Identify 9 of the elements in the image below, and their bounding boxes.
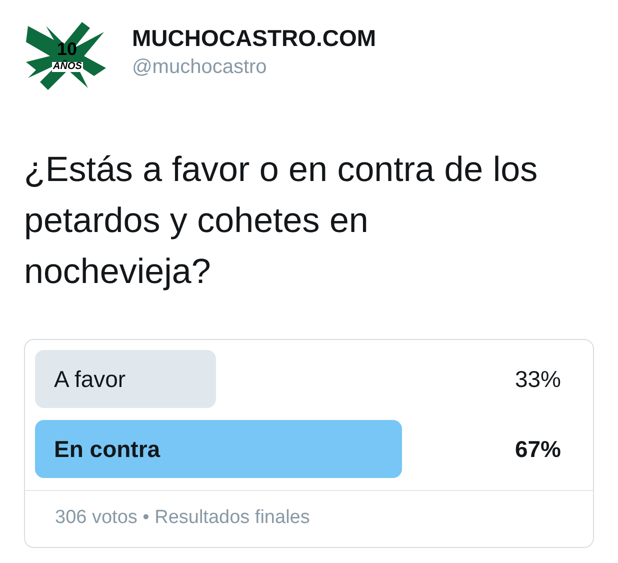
logo-word: AÑOS (52, 62, 83, 72)
logo-number: 10 (57, 40, 78, 58)
account-name[interactable]: MUCHOCASTRO.COM (132, 25, 376, 52)
option-percent: 67% (514, 436, 561, 462)
option-label: A favor (54, 366, 126, 392)
option-label: En contra (54, 436, 160, 462)
poll-summary: 306 votos • Resultados finales (55, 507, 310, 528)
poll-question: ¿Estás a favor o en contra de los petardos y cohetes en nochevieja? (24, 149, 539, 293)
option-percent: 33% (514, 366, 561, 392)
